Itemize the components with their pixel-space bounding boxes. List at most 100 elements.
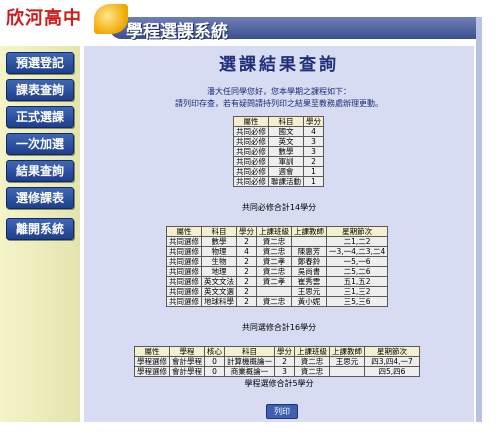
column-header: 上課教師 [329,346,365,357]
column-header: 上課班級 [256,226,292,237]
table-cell: 崔秀雲 [291,276,327,287]
column-header: 屬性 [134,346,170,357]
elective-total: 共同選修合計16學分 [241,323,317,332]
table-cell: 軍訓 [268,156,304,167]
table-row: 學程選修 會計學程 0 計算機概論一 2 資二忠 王思元 四3,四4,一7 [134,356,420,367]
table-cell: 資二忠 [256,246,292,257]
column-header: 核心 [204,346,225,357]
table-cell: 4 [303,126,324,137]
table-cell: 二5,二6 [325,266,389,277]
leaf-logo-icon [94,4,128,34]
table-cell: 共同必修 [233,146,269,157]
column-header: 星期節次 [364,346,420,357]
table-cell: 三1,三2 [325,286,389,297]
table-cell: 4 [236,246,257,257]
table-cell: 英文文選 [201,286,237,297]
table-cell: 1 [303,176,324,187]
table-header-row: 屬性 學程 核心 科目 學分 上課班級 上課教師 星期節次 [134,346,420,357]
table-header-row: 屬性 科目 學分 上課班級 上課教師 星期節次 [166,226,389,237]
table-cell: 數學 [268,146,304,157]
print-button[interactable]: 列印 [266,404,298,419]
table-cell: 共同必修 [233,126,269,137]
table-row: 共同選修 生物 2 資二孝 鄭春鈴 一5,一6 [166,256,389,267]
table-cell: 一5,一6 [325,256,389,267]
table-cell: 地理 [201,266,237,277]
nav-schedule-query-button[interactable]: 課表查詢 [6,79,74,101]
required-total: 共同必修合計14學分 [241,203,317,212]
column-header: 科目 [224,346,275,357]
table-cell: 共同選修 [166,296,202,307]
table-cell: 物理 [201,246,237,257]
table-cell [329,366,365,377]
page-title: 選課結果查詢 [219,55,339,75]
table-cell: 共同選修 [166,266,202,277]
table-cell: 資二忠 [294,356,330,367]
table-cell: 共同選修 [166,256,202,267]
table-row: 共同選修 數學 2 資二忠 二1,二2 [166,236,389,247]
nav-elective-schedule-button[interactable]: 選修課表 [6,187,74,209]
table-cell: 資二孝 [256,276,292,287]
table-cell: 3 [303,146,324,157]
column-header: 學分 [303,116,324,127]
table-cell: 地球科學 [201,296,237,307]
school-name: 欣河高中 [6,8,82,29]
column-header: 星期節次 [325,226,389,237]
table-cell: 四5,四6 [364,366,420,377]
table-cell: 生物 [201,256,237,267]
table-row: 共同選修 物理 4 資二忠 陳惠芳 一3,一4,二3,二4 [166,246,389,257]
table-cell: 會計學程 [169,366,205,377]
table-row: 共同必修 軍訓 2 [233,156,324,167]
nav-preselect-button[interactable]: 預選登記 [6,52,74,74]
column-header: 屬性 [233,116,269,127]
elective-table: 屬性 科目 學分 上課班級 上課教師 星期節次 共同選修 數學 2 資二忠 二1,二2 … [166,226,389,307]
table-cell: 鄭春鈴 [291,256,327,267]
table-cell: 1 [303,166,324,177]
table-cell: 共同必修 [233,176,269,187]
table-cell [256,286,292,297]
table-cell: 共同選修 [166,286,202,297]
table-row: 共同必修 英文 3 [233,136,324,147]
nav-formal-select-button[interactable]: 正式選課 [6,106,74,128]
table-cell: 黃小妮 [291,296,327,307]
table-cell: 2 [274,356,295,367]
table-row: 共同選修 地球科學 2 資二忠 黃小妮 三5,三6 [166,296,389,307]
table-cell: 聯課活動 [268,176,304,187]
table-cell: 0 [204,366,225,377]
table-row: 共同必修 數學 3 [233,146,324,157]
table-cell: 2 [236,236,257,247]
table-cell: 2 [236,266,257,277]
table-cell: 共同必修 [233,166,269,177]
table-cell: 商業概論一 [224,366,275,377]
table-row: 共同選修 英文文選 2 王思元 三1,三2 [166,286,389,297]
table-cell: 四3,四4,一7 [364,356,420,367]
table-cell: 2 [236,286,257,297]
nav-add-once-button[interactable]: 一次加選 [6,133,74,155]
table-cell: 會計學程 [169,356,205,367]
table-cell: 共同選修 [166,236,202,247]
table-cell: 2 [236,256,257,267]
table-cell: 一3,一4,二3,二4 [325,246,389,257]
table-cell: 2 [303,156,324,167]
table-cell: 共同選修 [166,246,202,257]
column-header: 上課教師 [291,226,327,237]
table-cell: 英文文法 [201,276,237,287]
intro-text: 潘大任同學您好，您本學期之課程如下： 請列印存查，若有疑問請持列印之結果至教務處… [84,86,474,110]
column-header: 科目 [268,116,304,127]
table-cell: 0 [204,356,225,367]
column-header: 上課班級 [294,346,330,357]
table-cell: 學程選修 [134,356,170,367]
table-cell: 國文 [268,126,304,137]
table-cell: 學程選修 [134,366,170,377]
header: 欣河高中 學程選課系統 [0,0,500,46]
nav-exit-button[interactable]: 離開系統 [6,218,74,240]
table-cell: 週會 [268,166,304,177]
column-header: 屬性 [166,226,202,237]
column-header: 學分 [236,226,257,237]
system-title: 學程選課系統 [126,22,228,42]
table-cell: 五1,五2 [325,276,389,287]
column-header: 科目 [201,226,237,237]
table-cell: 英文 [268,136,304,147]
nav-result-query-button[interactable]: 結果查詢 [6,160,74,182]
table-cell: 計算機概論一 [224,356,275,367]
table-cell: 王思元 [329,356,365,367]
